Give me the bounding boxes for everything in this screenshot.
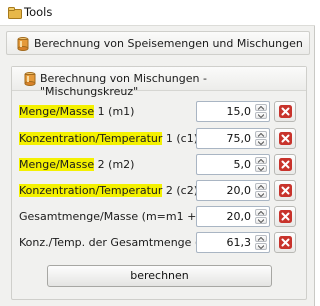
label-suffix: 1 (c1) <box>162 132 199 145</box>
field-value: 5,0 <box>233 158 252 171</box>
arrow-down-icon[interactable] <box>255 139 267 146</box>
arrow-down-icon[interactable] <box>255 112 267 119</box>
c-spinner-field[interactable]: 61,3 <box>196 232 270 253</box>
spinner-arrows <box>255 209 267 224</box>
c2-spinner-field[interactable]: 20,0 <box>196 180 270 201</box>
label-suffix: 2 (c2) <box>162 184 199 197</box>
delete-icon[interactable] <box>274 154 296 175</box>
title-bar: Tools <box>0 0 315 26</box>
field-label: Konzentration/Temperatur 2 (c2) <box>19 184 198 197</box>
arrow-down-icon[interactable] <box>255 191 267 198</box>
spinner-arrows <box>255 131 267 146</box>
container-icon <box>24 72 36 86</box>
field-label: Menge/Masse 1 (m1) <box>19 105 134 118</box>
window-title: Tools <box>24 5 53 19</box>
arrow-up-icon[interactable] <box>255 209 267 216</box>
field-label: Konzentration/Temperatur 1 (c1) <box>19 132 198 145</box>
arrow-up-icon[interactable] <box>255 131 267 138</box>
c1-spinner-field[interactable]: 75,0 <box>196 128 270 149</box>
label-suffix: Gesamtmenge/Masse (m=m1 + m2) <box>19 210 222 223</box>
spinner-arrows <box>255 235 267 250</box>
arrow-up-icon[interactable] <box>255 104 267 111</box>
input-row-m2: Menge/Masse 2 (m2) 5,0 <box>12 154 306 176</box>
m2-spinner-field[interactable]: 5,0 <box>196 154 270 175</box>
spinner-arrows <box>255 157 267 172</box>
input-row-c2: Konzentration/Temperatur 2 (c2) 20,0 <box>12 180 306 202</box>
tools-icon <box>8 6 22 19</box>
delete-icon[interactable] <box>274 101 296 122</box>
arrow-up-icon[interactable] <box>255 183 267 190</box>
arrow-up-icon[interactable] <box>255 235 267 242</box>
field-value: 61,3 <box>226 236 252 249</box>
tools-window: Tools Berechnung von Speisemengen und Mi… <box>0 0 315 306</box>
m-spinner-field[interactable]: 20,0 <box>196 206 270 227</box>
container-icon <box>17 37 29 51</box>
delete-icon[interactable] <box>274 128 296 149</box>
label-suffix: Konz./Temp. der Gesamtmenge (c) <box>19 236 210 249</box>
arrow-up-icon[interactable] <box>255 157 267 164</box>
arrow-down-icon[interactable] <box>255 165 267 172</box>
input-row-total-mass: Gesamtmenge/Masse (m=m1 + m2) 20,0 <box>12 206 306 228</box>
arrow-down-icon[interactable] <box>255 243 267 250</box>
calculate-button[interactable]: berechnen <box>47 265 272 287</box>
highlighted-label-part: Menge/Masse <box>19 105 95 118</box>
arrow-down-icon[interactable] <box>255 217 267 224</box>
label-suffix: 1 (m1) <box>94 105 135 118</box>
highlighted-label-part: Menge/Masse <box>19 158 95 171</box>
delete-icon[interactable] <box>274 206 296 227</box>
field-value: 75,0 <box>226 132 252 145</box>
panel-title: Berechnung von Mischungen - "Mischungskr… <box>40 72 207 98</box>
label-suffix: 2 (m2) <box>94 158 135 171</box>
field-label: Gesamtmenge/Masse (m=m1 + m2) <box>19 210 222 223</box>
field-value: 15,0 <box>226 105 252 118</box>
panel-mischungen: Berechnung von Mischungen - "Mischungskr… <box>11 66 307 300</box>
input-row-total-conc: Konz./Temp. der Gesamtmenge (c) 61,3 <box>12 232 306 254</box>
field-value: 20,0 <box>226 184 252 197</box>
spinner-arrows <box>255 183 267 198</box>
panel-header-speisemengen[interactable]: Berechnung von Speisemengen und Mischung… <box>6 31 310 55</box>
input-row-c1: Konzentration/Temperatur 1 (c1) 75,0 <box>12 128 306 150</box>
input-row-m1: Menge/Masse 1 (m1) 15,0 <box>12 101 306 123</box>
delete-icon[interactable] <box>274 232 296 253</box>
field-label: Menge/Masse 2 (m2) <box>19 158 134 171</box>
delete-icon[interactable] <box>274 180 296 201</box>
m1-spinner-field[interactable]: 15,0 <box>196 101 270 122</box>
highlighted-label-part: Konzentration/Temperatur <box>19 132 163 145</box>
field-label: Konz./Temp. der Gesamtmenge (c) <box>19 236 210 249</box>
spinner-arrows <box>255 104 267 119</box>
highlighted-label-part: Konzentration/Temperatur <box>19 184 163 197</box>
field-value: 20,0 <box>226 210 252 223</box>
panel-header-mischungen[interactable]: Berechnung von Mischungen - "Mischungskr… <box>12 67 306 98</box>
panel-title: Berechnung von Speisemengen und Mischung… <box>34 37 303 50</box>
